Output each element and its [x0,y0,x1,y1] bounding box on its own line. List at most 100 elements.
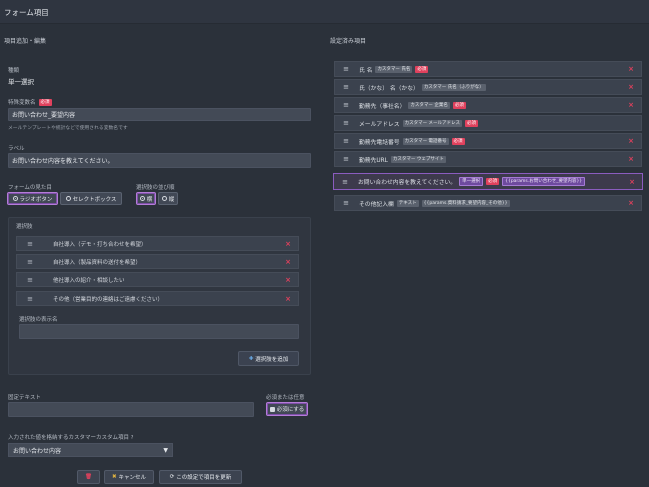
remove-item-icon[interactable]: × [621,137,641,145]
configured-item-row[interactable]: ≡ その他記入欄 テキスト {{params.資料請求_要望内容_その他}} × [334,195,642,211]
kind-value: 単一選択 [8,78,34,86]
item-tag: カスタマー メールアドレス [402,119,463,127]
page-title: フォーム項目 [4,8,49,17]
item-tag: テキスト [396,199,419,207]
drag-handle-icon[interactable]: ≡ [17,276,43,284]
configured-item-row[interactable]: ≡ 氏（かな） 名（かな） カスタマー 氏名（ふりがな） × [334,79,642,95]
help-icon: ? [130,435,134,441]
field-name-hint: メールテンプレートや統計などで使用される変数名です [8,126,128,131]
item-label: お問い合わせ内容を教えてください。 [358,180,457,186]
add-choice-button[interactable]: ✚ 選択肢を追加 [238,351,299,366]
order-vertical-button[interactable]: 縦 [158,192,178,205]
item-label: 勤務先電話番号 [359,139,400,146]
configured-item-row[interactable]: ≡ 勤務先URL カスタマー ウェブサイト × [334,151,642,167]
caret-down-icon: ▼ [163,446,168,454]
item-label: 勤務先（事社名） [359,103,406,110]
choice-display-label: 選択肢の表示名 [19,317,58,323]
item-label: メールアドレス [359,121,400,128]
field-name-label: 特殊変数名 必須 [8,98,52,106]
configured-item-row-selected[interactable]: ≡ お問い合わせ内容を教えてください。 単一選択 必須 {{params.お問い… [333,173,643,190]
choice-text: その他（営業目的の連絡はご遠慮ください） [53,296,164,303]
edit-panel-title: 項目追加・編集 [4,38,47,45]
item-tag: カスタマー ウェブサイト [390,155,446,163]
delete-button[interactable]: 🗑 [77,470,100,484]
item-label: 勤務先URL [359,157,388,164]
drag-handle-icon[interactable]: ≡ [335,65,357,73]
required-badge: 必須 [486,178,500,185]
item-label: 氏（かな） 名（かな） [359,85,419,92]
custom-field-label: 入力された値を格納するカスタマーカスタム項目 ? [8,433,133,441]
drag-handle-icon[interactable]: ≡ [335,83,357,91]
radio-unselected-icon [65,196,71,201]
drag-handle-icon[interactable]: ≡ [17,295,43,303]
drag-handle-icon[interactable]: ≡ [335,137,357,145]
kind-label: 種類 [8,68,20,74]
drag-handle-icon[interactable]: ≡ [334,178,356,186]
radio-selected-icon [12,196,18,201]
choice-text: 他社導入の紹介・相談したい [53,277,125,284]
remove-item-icon[interactable]: × [621,101,641,109]
add-choice-label: 選択肢を追加 [255,356,289,363]
appearance-radio-button[interactable]: ラジオボタン [7,192,58,205]
order-horizontal-button[interactable]: 横 [136,192,156,205]
required-toggle-label: 必須にする [276,407,305,413]
configured-item-row[interactable]: ≡ 勤務先電話番号 カスタマー 電話番号 必須 × [334,133,642,149]
choice-row[interactable]: ≡ 自社導入（デモ・打ち合わせを希望） × [16,236,299,251]
item-tag: カスタマー 氏名（ふりがな） [421,83,486,91]
configured-item-row[interactable]: ≡ 氏 名 カスタマー 氏名 必須 × [334,61,642,77]
remove-item-icon[interactable]: × [621,83,641,91]
drag-handle-icon[interactable]: ≡ [335,199,357,207]
configured-panel-title: 設定済み項目 [330,38,367,45]
top-bar: フォーム項目 [0,0,649,24]
appearance-select-label: セレクトボックス [72,196,117,203]
remove-choice-icon[interactable]: × [278,276,298,284]
item-tag: カスタマー 電話番号 [402,137,449,145]
choice-row[interactable]: ≡ 自社導入（製品資料の送付を希望） × [16,254,299,269]
field-name-input[interactable]: お問い合わせ_要望内容 [8,108,311,121]
update-item-button[interactable]: ⟳ この設定で項目を更新 [159,470,242,484]
radio-unselected-icon [161,196,167,201]
remove-choice-icon[interactable]: × [278,258,298,266]
drag-handle-icon[interactable]: ≡ [17,258,43,266]
cancel-button[interactable]: ✖ キャンセル [104,470,154,484]
configured-item-row[interactable]: ≡ メールアドレス カスタマー メールアドレス 必須 [334,115,642,131]
item-tag: カスタマー 企業名 [408,101,450,109]
appearance-select-button[interactable]: セレクトボックス [60,192,122,205]
remove-choice-icon[interactable]: × [278,240,298,248]
custom-field-selected: お問い合わせ内容 [13,447,62,455]
required-badge: 必須 [38,99,52,106]
custom-field-label-text: 入力された値を格納するカスタマーカスタム項目 [8,435,130,441]
fixed-text-input[interactable] [8,402,254,417]
required-badge: 必須 [465,119,479,127]
checkbox-checked-icon [269,406,275,412]
update-item-label: この設定で項目を更新 [176,475,232,481]
drag-handle-icon[interactable]: ≡ [335,101,357,109]
choice-row[interactable]: ≡ その他（営業目的の連絡はご遠慮ください） × [16,291,299,306]
drag-handle-icon[interactable]: ≡ [17,240,43,248]
remove-item-icon[interactable]: × [622,178,642,186]
required-badge: 必須 [452,101,466,109]
required-toggle-button[interactable]: 必須にする [266,402,308,416]
trash-icon: 🗑 [85,474,92,480]
drag-handle-icon[interactable]: ≡ [335,155,357,163]
remove-item-icon[interactable]: × [621,155,641,163]
configured-item-row[interactable]: ≡ 勤務先（事社名） カスタマー 企業名 必須 × [334,97,642,113]
choices-label: 選択肢 [16,224,33,230]
field-name-label-text: 特殊変数名 [8,100,36,106]
appearance-radio-label: ラジオボタン [19,196,53,203]
label-label: ラベル [8,146,25,152]
radio-selected-icon [139,196,145,201]
label-input[interactable]: お問い合わせ内容を教えてください。 [8,153,311,168]
custom-field-select[interactable]: お問い合わせ内容 ▼ [8,443,173,457]
item-label: その他記入欄 [359,201,394,208]
choice-display-input[interactable] [19,324,299,339]
x-icon: ✖ [111,474,117,480]
remove-choice-icon[interactable]: × [278,295,298,303]
drag-handle-icon[interactable]: ≡ [335,119,357,127]
item-tag: 単一選択 [459,177,484,186]
required-badge: 必須 [415,65,429,73]
remove-item-icon[interactable]: × [621,65,641,73]
choice-row[interactable]: ≡ 他社導入の紹介・相談したい × [16,272,299,287]
choice-text: 自社導入（デモ・打ち合わせを希望） [53,241,147,248]
remove-item-icon[interactable]: × [621,199,641,207]
